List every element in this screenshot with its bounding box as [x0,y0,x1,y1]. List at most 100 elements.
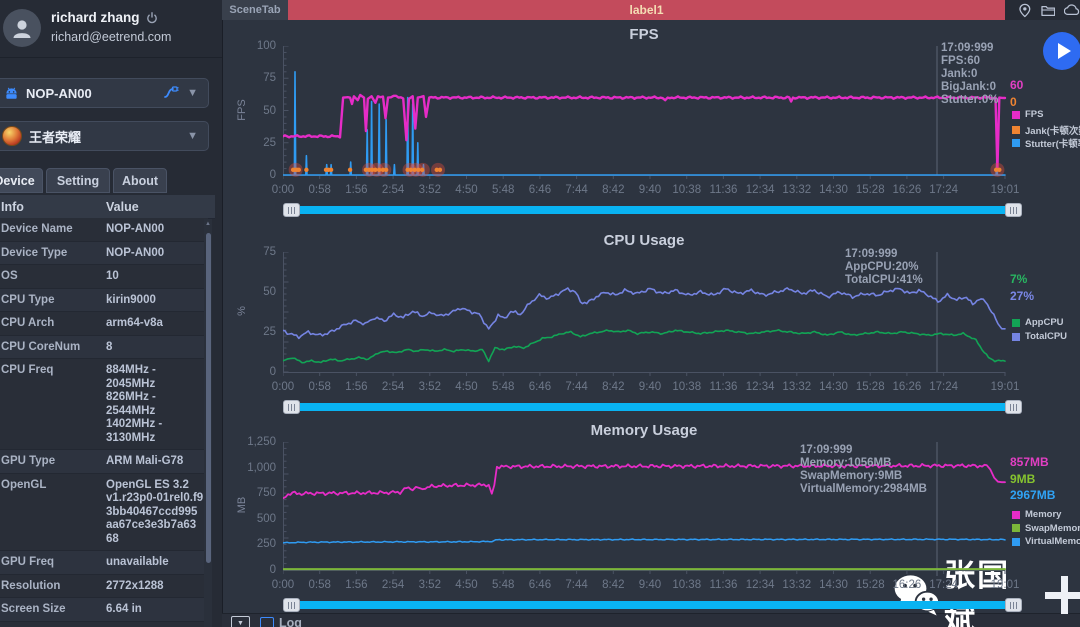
current-value: 7% [1010,272,1027,286]
plus-icon [1045,576,1080,614]
table-cell-info: CPU Arch [0,312,98,335]
y-axis-tick-label: 25 [234,137,276,149]
chevron-down-icon: ▼ [187,130,198,142]
col-header-info: Info [0,200,106,214]
legend-item: SwapMemory [1012,523,1080,534]
collapse-panel-icon[interactable]: ▼ [231,616,250,627]
plot-area-fps[interactable] [283,46,1009,181]
legend-label: FPS [1025,109,1043,120]
legend-swatch [1012,139,1020,147]
table-row: Ram Size11.2 GB [0,622,208,627]
table-scrollbar-thumb[interactable] [206,233,211,563]
table-cell-value: 8 [98,336,208,359]
table-scrollbar[interactable]: ▲ [204,219,212,627]
tooltip-line: AppCPU:20% [845,261,923,274]
folder-icon[interactable] [1041,4,1056,17]
table-cell-value: 2772x1288 [98,575,208,598]
tab-setting[interactable]: Setting [46,168,110,193]
chart-title-memory-usage: Memory Usage [283,422,1005,439]
chart-tooltip: 17:09:999FPS:60Jank:0BigJank:0Stutter:0% [941,42,999,107]
location-icon[interactable] [1018,3,1032,18]
tab-scene[interactable]: SceneTab [222,0,288,20]
tooltip-line: 17:09:999 [800,444,927,457]
device-selector[interactable]: NOP-AN00 ▼ [0,78,209,108]
current-value: 2967MB [1010,488,1055,502]
device-selector-label: NOP-AN00 [26,86,163,101]
table-cell-info: GPU Freq [0,551,98,574]
person-icon [10,16,34,40]
legend-item: VirtualMemory [1012,536,1080,547]
legend-swatch [1012,538,1020,546]
table-cell-value: 11.2 GB [98,622,208,627]
current-value: 0 [1010,95,1017,109]
scrollbar-grip-right[interactable] [1005,400,1022,414]
time-scrollbar[interactable] [291,403,1019,411]
time-scrollbar[interactable] [291,601,1019,609]
legend-item: Jank(卡顿次数) [1012,123,1080,137]
tooltip-line: TotalCPU:41% [845,274,923,287]
log-checkbox-label: Log [279,616,302,627]
scroll-up-icon[interactable]: ▲ [204,221,212,227]
table-cell-value: OpenGL ES 3.2 v1.r23p0-01rel0.f9 3bb4046… [98,474,208,551]
y-axis-title: FPS [236,95,248,125]
y-axis-tick-label: 25 [234,326,276,338]
chart-title-fps: FPS [283,26,1005,43]
legend-label: VirtualMemory [1025,536,1080,547]
y-axis-tick-label: 75 [234,246,276,258]
current-value: 857MB [1010,455,1049,469]
legend-swatch [1012,111,1020,119]
play-button[interactable] [1043,32,1080,70]
cloud-icon[interactable] [1064,4,1080,16]
table-cell-info: Screen Size [0,598,98,621]
table-row: CPU Freq884MHz - 2045MHz 826MHz - 2544MH… [0,359,208,450]
table-row: CPU Archarm64-v8a [0,312,208,336]
current-value: 27% [1010,289,1034,303]
log-checkbox[interactable] [260,617,274,627]
legend-label: Jank(卡顿次数) [1025,123,1080,137]
table-cell-value: 884MHz - 2045MHz 826MHz - 2544MHz 1402MH… [98,359,208,449]
tab-device[interactable]: Device [0,168,43,193]
scrollbar-grip-right[interactable] [1005,598,1022,612]
table-row: Screen Size6.64 in [0,598,208,622]
app-selector[interactable]: 王者荣耀 ▼ [0,121,209,151]
col-header-value: Value [106,200,139,214]
legend-label: SwapMemory [1025,523,1080,534]
scrollbar-grip-left[interactable] [283,400,300,414]
y-axis-tick-label: 100 [234,40,276,52]
tab-about[interactable]: About [113,168,167,193]
table-row: Device TypeNOP-AN00 [0,242,208,266]
table-cell-info: OS [0,265,98,288]
sidebar: richard zhang richard@eetrend.com NOP-AN… [0,0,223,627]
legend-swatch [1012,524,1020,532]
table-row: OpenGLOpenGL ES 3.2 v1.r23p0-01rel0.f9 3… [0,474,208,552]
y-axis-tick-label: 1,250 [234,436,276,448]
scrollbar-grip-left[interactable] [283,598,300,612]
label-bar[interactable]: label1 [288,0,1005,20]
table-cell-value: NOP-AN00 [98,218,208,241]
legend-swatch [1012,126,1020,134]
device-info-table: Device NameNOP-AN00Device TypeNOP-AN00OS… [0,218,208,627]
scrollbar-grip-right[interactable] [1005,203,1022,217]
usb-icon[interactable] [163,86,179,100]
scrollbar-grip-left[interactable] [283,203,300,217]
chart-title-cpu-usage: CPU Usage [283,232,1005,249]
table-cell-value: kirin9000 [98,289,208,312]
time-scrollbar[interactable] [291,206,1019,214]
y-axis-tick-label: 1,000 [234,462,276,474]
table-cell-info: GPU Type [0,450,98,473]
table-cell-info: CPU Type [0,289,98,312]
power-icon[interactable] [146,12,158,24]
table-header: Info Value [0,195,215,219]
legend-label: TotalCPU [1025,331,1067,342]
table-cell-info: CPU CoreNum [0,336,98,359]
x-axis-tick-label: 19:01 [982,381,1028,393]
series-totalcpu [283,288,1005,339]
legend-swatch [1012,319,1020,327]
series-stutter [283,72,1005,175]
legend-item: AppCPU [1012,317,1064,328]
table-cell-value: 10 [98,265,208,288]
y-axis-tick-label: 0 [234,564,276,576]
x-axis-tick-label: 19:01 [982,184,1028,196]
y-axis-tick-label: 0 [234,169,276,181]
current-value: 60 [1010,78,1023,92]
